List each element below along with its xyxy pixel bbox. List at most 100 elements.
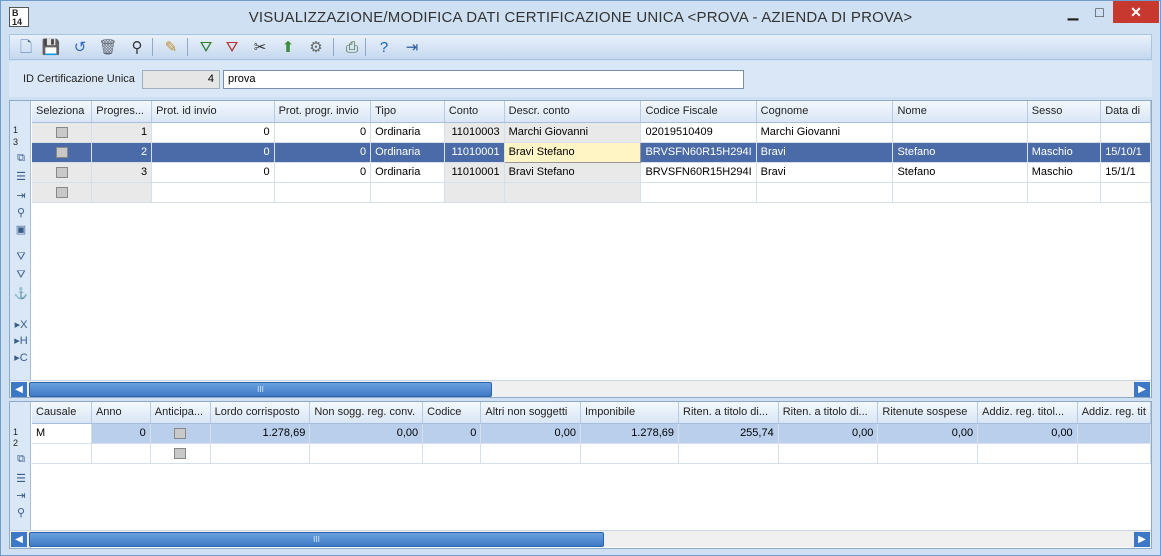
- empty-cell[interactable]: [91, 182, 153, 203]
- cell-imponibile[interactable]: 1.278,69: [580, 423, 680, 444]
- column-header[interactable]: Riten. a titolo di...: [778, 402, 879, 424]
- horizontal-scrollbar[interactable]: ◀ III ▶: [10, 530, 1151, 547]
- cell-anno[interactable]: 0: [91, 423, 151, 444]
- empty-cell[interactable]: [370, 182, 445, 203]
- scroll-left-icon[interactable]: ◀: [11, 532, 27, 547]
- cell-non_sogg[interactable]: 0,00: [309, 423, 424, 444]
- scroll-thumb[interactable]: III: [29, 382, 492, 397]
- column-header[interactable]: Codice: [422, 402, 482, 424]
- find-icon[interactable]: ⚲: [127, 37, 147, 57]
- cell-nome[interactable]: Stefano: [892, 142, 1028, 163]
- empty-cell[interactable]: [678, 443, 779, 464]
- select-checkbox[interactable]: [32, 162, 93, 183]
- empty-cell[interactable]: [756, 182, 894, 203]
- column-header[interactable]: Ritenute sospese: [877, 402, 979, 424]
- column-header[interactable]: Codice Fiscale: [640, 101, 757, 123]
- cell-cf[interactable]: BRVSFN60R15H294I: [640, 162, 757, 183]
- settings-icon[interactable]: ⚙: [306, 37, 326, 57]
- cell-sesso[interactable]: [1027, 122, 1102, 143]
- close-button[interactable]: ✕: [1113, 1, 1159, 23]
- zoom-icon[interactable]: ⚲: [13, 207, 29, 219]
- cell-descr[interactable]: Bravi Stefano: [504, 162, 642, 183]
- empty-cell[interactable]: [977, 443, 1078, 464]
- cell-progressivo[interactable]: 1: [91, 122, 153, 143]
- cell-tipo[interactable]: Ordinaria: [370, 142, 445, 163]
- goto-record-icon[interactable]: ⧉: [13, 453, 29, 465]
- empty-cell[interactable]: [480, 443, 581, 464]
- cell-cf[interactable]: BRVSFN60R15H294I: [640, 142, 757, 163]
- cell-codice[interactable]: 0: [422, 423, 482, 444]
- cell-prot_id[interactable]: 0: [151, 122, 275, 143]
- insert-row-icon[interactable]: ⇥: [13, 190, 29, 202]
- cell-prot_progr[interactable]: 0: [274, 122, 372, 143]
- empty-cell[interactable]: [1027, 182, 1102, 203]
- print-icon[interactable]: ⎙: [342, 37, 362, 57]
- select-checkbox[interactable]: [32, 182, 93, 203]
- empty-cell[interactable]: [32, 443, 92, 464]
- cell-sospese[interactable]: 0,00: [877, 423, 979, 444]
- cell-cf[interactable]: 02019510409: [640, 122, 757, 143]
- cell-prot_id[interactable]: 0: [151, 162, 275, 183]
- column-header[interactable]: Nome: [892, 101, 1028, 123]
- cell-prot_id[interactable]: 0: [151, 142, 275, 163]
- new-row[interactable]: [32, 182, 1151, 203]
- cell-nome[interactable]: Stefano: [892, 162, 1028, 183]
- form-view-icon[interactable]: ▣: [13, 224, 29, 236]
- column-header[interactable]: Descr. conto: [504, 101, 642, 123]
- cell-prot_progr[interactable]: 0: [274, 142, 372, 163]
- edit-icon[interactable]: ✎: [161, 37, 181, 57]
- new-icon[interactable]: 🗋: [16, 37, 36, 57]
- filter-add-icon[interactable]: ⛛: [196, 37, 216, 57]
- column-header[interactable]: Seleziona: [32, 101, 93, 123]
- column-header[interactable]: Altri non soggetti: [480, 402, 581, 424]
- hide-h-icon[interactable]: ▸H: [13, 335, 29, 347]
- empty-cell[interactable]: [504, 182, 642, 203]
- filter-remove-icon[interactable]: ⛛: [222, 37, 242, 57]
- cell-cognome[interactable]: Bravi: [756, 162, 894, 183]
- cell-cognome[interactable]: Marchi Giovanni: [756, 122, 894, 143]
- empty-cell[interactable]: [151, 182, 275, 203]
- empty-cell[interactable]: [309, 443, 424, 464]
- cell-data[interactable]: 15/10/1: [1100, 142, 1151, 163]
- filter-clear-icon[interactable]: ⛛: [13, 269, 29, 281]
- column-header[interactable]: Cognome: [756, 101, 894, 123]
- empty-cell[interactable]: [778, 443, 879, 464]
- maximize-button[interactable]: □: [1086, 1, 1113, 23]
- cell-riten1[interactable]: 255,74: [678, 423, 779, 444]
- column-header[interactable]: Tipo: [370, 101, 445, 123]
- filter-icon[interactable]: ⛛: [13, 251, 29, 263]
- column-header[interactable]: Addiz. reg. tit: [1077, 402, 1151, 424]
- cell-addiz[interactable]: 0,00: [977, 423, 1078, 444]
- column-header[interactable]: Imponibile: [580, 402, 680, 424]
- cell-cognome[interactable]: Bravi: [756, 142, 894, 163]
- insert-row-icon[interactable]: ⇥: [13, 490, 29, 502]
- cell-progressivo[interactable]: 2: [91, 142, 153, 163]
- exit-icon[interactable]: ⇥: [402, 37, 422, 57]
- list-icon[interactable]: ☰: [13, 473, 29, 485]
- column-header[interactable]: Non sogg. reg. conv.: [309, 402, 424, 424]
- horizontal-scrollbar[interactable]: ◀ III ▶: [10, 380, 1151, 397]
- cell-descr[interactable]: Marchi Giovanni: [504, 122, 642, 143]
- table-row[interactable]: 3 0 0 Ordinaria 11010001 Bravi Stefano BRVSFN6…: [32, 162, 1151, 183]
- anticipo-checkbox[interactable]: [150, 423, 211, 444]
- cell-riten2[interactable]: 0,00: [778, 423, 879, 444]
- scroll-left-icon[interactable]: ◀: [11, 382, 27, 397]
- empty-cell[interactable]: [91, 443, 151, 464]
- column-header[interactable]: Riten. a titolo di...: [678, 402, 779, 424]
- cell-conto[interactable]: 11010001: [444, 142, 505, 163]
- cell-conto[interactable]: 11010001: [444, 162, 505, 183]
- empty-cell[interactable]: [892, 182, 1028, 203]
- cell-data[interactable]: [1100, 122, 1151, 143]
- cell-descr[interactable]: Bravi Stefano: [503, 141, 642, 163]
- new-row[interactable]: [32, 443, 1151, 464]
- cell-causale[interactable]: M: [32, 423, 92, 444]
- cell-addiz2[interactable]: [1077, 423, 1151, 444]
- column-header[interactable]: Progres...: [91, 101, 153, 123]
- scroll-right-icon[interactable]: ▶: [1134, 382, 1150, 397]
- column-header[interactable]: Addiz. reg. titol...: [977, 402, 1078, 424]
- select-checkbox[interactable]: [32, 122, 93, 143]
- cell-sesso[interactable]: Maschio: [1027, 162, 1102, 183]
- empty-cell[interactable]: [422, 443, 482, 464]
- goto-record-icon[interactable]: ⧉: [13, 152, 29, 164]
- delete-icon[interactable]: 🗑: [98, 37, 118, 57]
